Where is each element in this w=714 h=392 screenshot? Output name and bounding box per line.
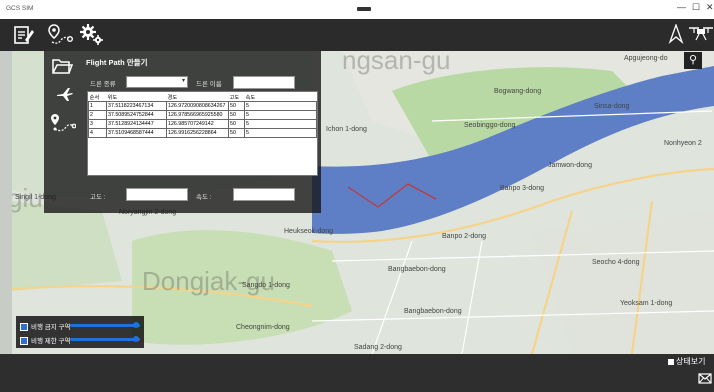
map-label: Sadang 2-dong — [354, 344, 402, 351]
drone-name-label: 드론 이름 — [196, 81, 222, 88]
status-view-label: 상태보기 — [676, 357, 706, 366]
slider-thumb[interactable] — [133, 322, 140, 328]
map-label: Bogwang-dong — [494, 88, 542, 95]
map-label: Banpo 2-dong — [442, 233, 486, 240]
table-cell: 5 — [244, 110, 317, 120]
chevron-down-icon: ▾ — [181, 78, 185, 84]
flight-path-title: Flight Path 만들기 — [86, 58, 148, 67]
table-cell: 37.5109468587444 — [106, 128, 167, 138]
path-points-icon[interactable] — [50, 113, 77, 137]
slider-thumb[interactable] — [133, 336, 140, 342]
table-cell: 37.5118223467134 — [106, 101, 167, 111]
map-label: Cheongnim-dong — [236, 324, 290, 331]
route-select[interactable]: ▾ — [126, 76, 188, 88]
no-fly-zone-opacity-slider[interactable] — [70, 324, 140, 327]
table-cell: 3 — [88, 119, 107, 129]
main-toolbar — [0, 19, 714, 51]
speed-label: 속도 : — [196, 194, 212, 201]
table-cell: 5 — [244, 119, 317, 129]
search-icon: ⚲ — [688, 54, 698, 66]
map-label: Seobinggo-dong — [464, 122, 516, 129]
settings-gears-icon[interactable] — [79, 23, 105, 49]
map-label: Heukseok-dong — [284, 228, 334, 235]
map-district-watermark: ngsan-gu — [342, 51, 451, 75]
column-header: 경도 — [167, 94, 178, 101]
altitude-input[interactable] — [126, 188, 188, 201]
table-cell: 4 — [88, 128, 107, 138]
table-cell: 126.9720090808634267 — [166, 101, 229, 111]
map-label: Banpo 3-dong — [500, 185, 544, 192]
route-select-label: 드론 종류 — [90, 81, 116, 88]
column-header: 고도 — [229, 94, 240, 101]
checkbox-checked-icon[interactable] — [20, 323, 28, 332]
no-fly-zone-label: 비행 금지 구역 — [31, 324, 71, 331]
checkbox-checked-icon[interactable] — [20, 337, 28, 346]
quadcopter-icon[interactable] — [688, 24, 714, 46]
speed-input[interactable] — [233, 188, 295, 201]
map-label: Sangdo 1-dong — [242, 282, 290, 289]
table-cell: 1 — [88, 101, 107, 111]
table-header-row: 순서 위도 경도 고도 속도 — [89, 92, 317, 102]
table-row[interactable]: 1 37.5118223467134 126.9720090808634267 … — [88, 101, 317, 111]
window-titlebar: GCS SIM — ☐ ✕ — [0, 0, 714, 20]
altitude-label: 고도 : — [90, 194, 106, 201]
status-view-toggle[interactable]: 상태보기 — [668, 356, 705, 367]
map-label: Bangbaebon-dong — [388, 266, 446, 273]
maximize-button[interactable]: ☐ — [692, 2, 700, 13]
table-row[interactable]: 4 37.5109468587444 126.9916256228864 50 … — [88, 128, 317, 138]
column-header: 순서 — [89, 94, 100, 101]
map-label: Nonhyeon 2 — [664, 140, 702, 147]
map-label: Apgujeong-do — [624, 55, 668, 62]
table-cell: 5 — [244, 128, 317, 138]
restricted-zone-opacity-slider[interactable] — [70, 338, 140, 341]
map-label: Yeoksam 1-dong — [620, 300, 673, 307]
zone-legend: 비행 금지 구역 비행 제한 구역 — [16, 316, 144, 348]
mail-icon[interactable] — [698, 373, 712, 386]
table-cell: 37.5128924134447 — [106, 119, 167, 129]
table-cell: 2 — [88, 110, 107, 120]
table-cell: 126.9916256228864 — [166, 128, 229, 138]
map-left-edge — [0, 51, 12, 354]
checkbox-unchecked-icon[interactable] — [668, 358, 674, 365]
bottom-status-bar — [0, 354, 714, 392]
column-header: 위도 — [107, 94, 118, 101]
titlebar-grip[interactable] — [357, 7, 371, 11]
waypoint-table[interactable]: 순서 위도 경도 고도 속도 1 37.5118223467134 126.97… — [87, 91, 318, 176]
map-label: Bangbaebon-dong — [404, 308, 462, 315]
drone-name-input[interactable] — [233, 76, 295, 89]
minimize-button[interactable]: — — [677, 2, 686, 12]
airplane-icon[interactable] — [56, 86, 74, 104]
waypoint-route-icon[interactable] — [48, 23, 74, 49]
table-cell: 5 — [244, 101, 317, 111]
restricted-zone-toggle[interactable]: 비행 제한 구역 — [20, 335, 71, 346]
table-cell: 50 — [228, 128, 245, 138]
app-title: GCS SIM — [6, 5, 34, 12]
table-cell: 37.5089524752844 — [106, 110, 167, 120]
column-header: 속도 — [245, 94, 256, 101]
restricted-zone-label: 비행 제한 구역 — [31, 338, 71, 345]
map-label: Sinsa-dong — [594, 103, 630, 110]
table-row[interactable]: 3 37.5128924134447 126.985707249142 50 5 — [88, 119, 317, 129]
table-cell: 50 — [228, 110, 245, 120]
close-button[interactable]: ✕ — [706, 2, 714, 13]
drone-arrow-icon[interactable] — [668, 23, 684, 46]
map-label: Jamwon-dong — [548, 162, 592, 169]
map-label: Ichon 1-dong — [326, 126, 367, 133]
table-cell: 126.978566965925580 — [166, 110, 229, 120]
table-cell: 50 — [228, 101, 245, 111]
table-row[interactable]: 2 37.5089524752844 126.978566965925580 5… — [88, 110, 317, 120]
table-cell: 50 — [228, 119, 245, 129]
folder-icon[interactable] — [51, 56, 74, 78]
table-cell: 126.985707249142 — [166, 119, 229, 129]
map-label: Seocho 4-dong — [592, 259, 640, 266]
edit-document-icon[interactable] — [13, 24, 35, 48]
no-fly-zone-toggle[interactable]: 비행 금지 구역 — [20, 321, 71, 332]
map-search-button[interactable]: ⚲ — [684, 52, 702, 69]
